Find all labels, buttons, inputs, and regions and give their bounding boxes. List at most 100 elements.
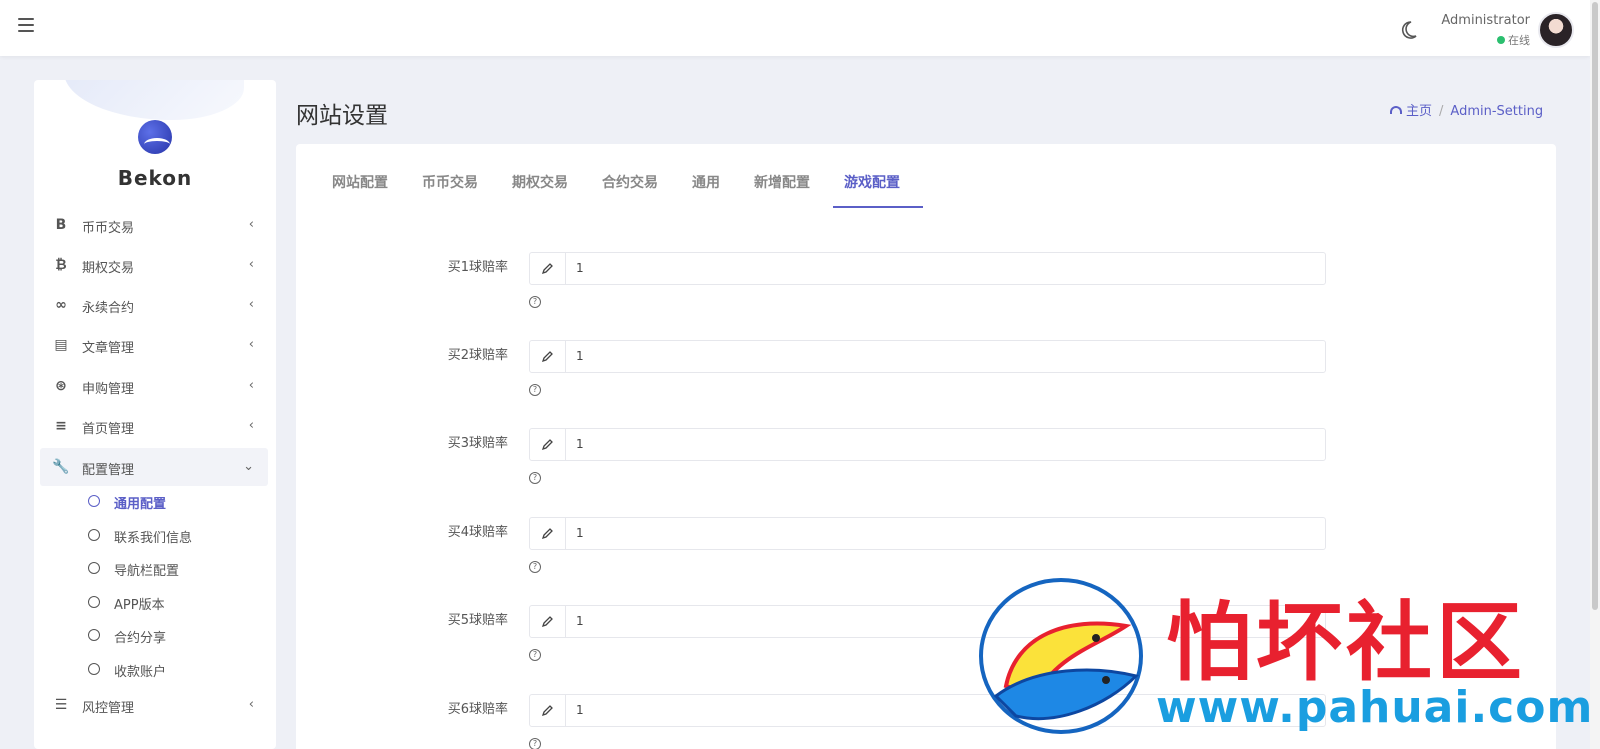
avatar[interactable] [1538, 12, 1574, 48]
sidebar-item-label: 风控管理 [82, 701, 135, 716]
newspaper-icon: ▤ [54, 337, 68, 353]
chevron-left-icon: ‹ [248, 337, 254, 352]
b-icon: B [55, 217, 67, 233]
help-icon[interactable]: ? [529, 738, 541, 749]
sidebar: Bekon B 币币交易 ‹ ₿ 期权交易 ‹ ∞ 永续合约 ‹ ▤ 文章管理 … [34, 80, 276, 749]
tab-contract-trading[interactable]: 合约交易 [602, 172, 658, 192]
circle-icon [88, 596, 100, 608]
top-bar: Administrator 在线 [0, 0, 1590, 56]
chevron-left-icon: ‹ [248, 418, 254, 433]
help-icon[interactable]: ? [529, 561, 541, 573]
field-label: 买4球赔率 [447, 525, 508, 540]
scrollbar-thumb[interactable] [1592, 2, 1598, 610]
edit-icon[interactable] [530, 695, 566, 726]
odds-input[interactable]: 1 [529, 517, 1326, 550]
sidebar-item-label: 配置管理 [82, 463, 135, 478]
field-value[interactable]: 1 [576, 261, 584, 275]
sidebar-item-label: 首页管理 [82, 422, 135, 437]
logo-icon [138, 120, 172, 154]
edit-icon[interactable] [530, 606, 566, 637]
circle-icon [88, 562, 100, 574]
sidebar-item-label: 币币交易 [82, 221, 135, 236]
watermark-text: 怕坏社区 [1166, 592, 1526, 693]
field-value[interactable]: 1 [576, 703, 584, 717]
breadcrumb-current: Admin-Setting [1450, 104, 1544, 119]
user-status: 在线 [1440, 32, 1530, 48]
breadcrumb: 主页 / Admin-Setting [1390, 100, 1543, 119]
circle-icon [88, 663, 100, 675]
link-icon: ∞ [55, 297, 67, 313]
indent-icon: ☰ [54, 697, 68, 713]
sidebar-decoration [64, 80, 244, 120]
page-scrollbar[interactable] [1590, 0, 1600, 749]
sidebar-subitem-label: 通用配置 [114, 497, 167, 512]
sidebar-subitem-contract-share[interactable]: 合约分享 [88, 622, 258, 650]
field-value[interactable]: 1 [576, 614, 584, 628]
field-value[interactable]: 1 [576, 526, 584, 540]
sidebar-subitem-app-version[interactable]: APP版本 [88, 589, 258, 617]
sidebar-item-config[interactable]: 🔧 配置管理 ⌄ [40, 448, 268, 486]
sidebar-subitem-label: APP版本 [114, 598, 165, 613]
tab-spot-trading[interactable]: 币币交易 [422, 172, 478, 192]
edit-icon[interactable] [530, 429, 566, 460]
brand-name: Bekon [117, 166, 193, 190]
chevron-left-icon: ‹ [248, 297, 254, 312]
edit-icon[interactable] [530, 341, 566, 372]
sidebar-item-perpetual-contract[interactable]: ∞ 永续合约 ‹ [40, 286, 268, 324]
field-value[interactable]: 1 [576, 349, 584, 363]
page-title: 网站设置 [296, 103, 388, 129]
breadcrumb-separator: / [1439, 104, 1444, 119]
watermark-fish-logo [979, 578, 1143, 734]
field-label: 买6球赔率 [447, 702, 508, 717]
online-dot-icon [1497, 36, 1505, 44]
sidebar-subitem-label: 联系我们信息 [114, 531, 193, 546]
field-value[interactable]: 1 [576, 437, 584, 451]
tab-options-trading[interactable]: 期权交易 [512, 172, 568, 192]
user-status-text: 在线 [1508, 34, 1530, 47]
breadcrumb-home-label: 主页 [1406, 104, 1433, 119]
sidebar-subitem-contact[interactable]: 联系我们信息 [88, 522, 258, 550]
odds-input[interactable]: 1 [529, 340, 1326, 373]
breadcrumb-home[interactable]: 主页 [1390, 104, 1432, 119]
bitcoin-icon: ₿ [55, 257, 67, 273]
chevron-down-icon: ⌄ [243, 459, 254, 474]
sidebar-item-articles[interactable]: ▤ 文章管理 ‹ [40, 326, 268, 364]
field-label: 买2球赔率 [447, 348, 508, 363]
odds-input[interactable]: 1 [529, 428, 1326, 461]
sidebar-item-subscription[interactable]: ⊛ 申购管理 ‹ [40, 367, 268, 405]
tab-new-config[interactable]: 新增配置 [754, 172, 810, 192]
list-icon: ≡ [55, 418, 67, 434]
odds-input[interactable]: 1 [529, 252, 1326, 285]
sidebar-item-label: 申购管理 [82, 382, 135, 397]
circle-icon [88, 529, 100, 541]
sidebar-item-risk-control[interactable]: ☰ 风控管理 ‹ [40, 686, 268, 724]
sidebar-item-homepage[interactable]: ≡ 首页管理 ‹ [40, 407, 268, 445]
sidebar-subitem-label: 导航栏配置 [114, 564, 180, 579]
field-label: 买1球赔率 [447, 260, 508, 275]
chevron-left-icon: ‹ [248, 378, 254, 393]
dark-mode-icon[interactable] [1398, 20, 1418, 40]
lifebuoy-icon: ⊛ [55, 378, 67, 394]
help-icon[interactable]: ? [529, 649, 541, 661]
help-icon[interactable]: ? [529, 472, 541, 484]
chevron-left-icon: ‹ [248, 697, 254, 712]
sidebar-subitem-general-config[interactable]: 通用配置 [88, 488, 258, 516]
watermark-url: www.pahuai.com [1156, 682, 1594, 733]
field-label: 买3球赔率 [447, 436, 508, 451]
menu-toggle-icon[interactable] [18, 18, 34, 32]
chevron-left-icon: ‹ [248, 217, 254, 232]
help-icon[interactable]: ? [529, 296, 541, 308]
tab-game-config[interactable]: 游戏配置 [844, 172, 900, 192]
edit-icon[interactable] [530, 253, 566, 284]
sidebar-subitem-payment-account[interactable]: 收款账户 [88, 656, 258, 684]
help-icon[interactable]: ? [529, 384, 541, 396]
sidebar-item-options-trading[interactable]: ₿ 期权交易 ‹ [40, 246, 268, 284]
tab-general[interactable]: 通用 [692, 172, 720, 192]
tab-site-config[interactable]: 网站配置 [332, 172, 388, 192]
edit-icon[interactable] [530, 518, 566, 549]
sidebar-subitem-navbar-config[interactable]: 导航栏配置 [88, 555, 258, 583]
active-tab-indicator [833, 206, 923, 208]
sidebar-item-spot-trading[interactable]: B 币币交易 ‹ [40, 206, 268, 244]
circle-icon [88, 629, 100, 641]
user-name[interactable]: Administrator [1440, 13, 1530, 28]
